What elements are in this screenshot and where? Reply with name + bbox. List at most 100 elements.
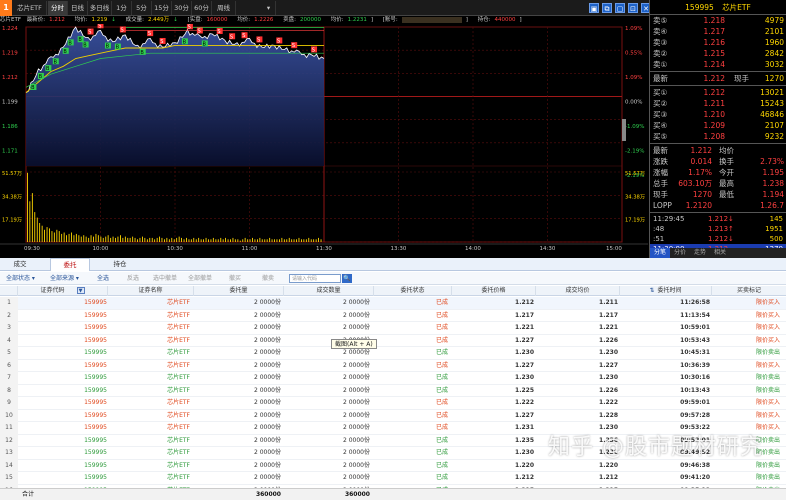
order-status: 已成 — [435, 399, 448, 406]
volume-bar — [176, 237, 178, 242]
order-price: 1.212 — [515, 474, 534, 481]
period-tab-4[interactable]: 5分 — [132, 1, 152, 15]
volume-bar — [291, 239, 293, 242]
period-tab-2[interactable]: 多日线 — [88, 1, 112, 15]
intraday-chart[interactable]: 1.224 1.219 1.212 1.199 1.186 1.171 1.09% 0.55%… — [0, 24, 648, 256]
volume-bar — [205, 237, 207, 242]
order-row[interactable]: 14 159995 芯片ETF 2 0000份 2 0000份 已成 1.220 1.220 0… — [0, 459, 786, 472]
period-tab-1[interactable]: 日线 — [68, 1, 88, 15]
order-row[interactable]: 1 159995 芯片ETF 2 0000份 2 0000份 已成 1.212 1.211 11… — [0, 297, 786, 310]
period-tab-0[interactable]: 分时 — [48, 1, 68, 15]
order-time: 09:41:20 — [680, 474, 710, 481]
volume-axis-label-right: 17.19万 — [625, 217, 645, 224]
volume-bar — [151, 237, 153, 242]
period-tab-5[interactable]: 15分 — [152, 1, 172, 15]
col-code[interactable]: 证券代码 ▼ — [18, 286, 108, 296]
order-row[interactable]: 2 159995 芯片ETF 2 0000份 2 0000份 已成 1.217 1.217 11… — [0, 309, 786, 322]
maximize-icon[interactable]: ▢ — [615, 3, 625, 13]
sell-marker: S — [87, 28, 94, 36]
order-name: 芯片ETF — [167, 461, 190, 469]
volume-bar — [168, 239, 170, 242]
order-code: 159995 — [84, 299, 107, 306]
buy-marker: B — [82, 41, 89, 48]
volume-bar — [146, 239, 148, 242]
source-filter-select[interactable]: 全部来源 ▾ — [50, 272, 79, 285]
period-tab-7[interactable]: 60分 — [192, 1, 212, 15]
period-tab-3[interactable]: 1分 — [112, 1, 132, 15]
tick-row[interactable]: 11:29:45 1.212↓ 145 — [650, 214, 786, 224]
volume-bar — [203, 239, 204, 242]
period-tab-6[interactable]: 30分 — [172, 1, 192, 15]
period-tab-8[interactable]: 周线 — [212, 1, 236, 15]
order-deal-qty: 2 0000份 — [343, 461, 370, 469]
tick-time: 11:29:45 — [653, 215, 685, 223]
tick-row[interactable]: :48 1.213↑ 1951 — [650, 224, 786, 234]
tick-price: 1.212↓ — [708, 235, 734, 243]
order-tab-1[interactable]: 委托 — [50, 258, 90, 271]
order-row[interactable]: 10 159995 芯片ETF 2 0000份 2 0000份 已成 1.227 1.228 0… — [0, 409, 786, 422]
sell-marker: S — [311, 46, 318, 53]
order-side-flag: 限价卖出 — [755, 461, 780, 469]
quote-tab-2[interactable]: 走势 — [690, 248, 710, 258]
stat-value: 0.014 — [690, 157, 712, 166]
tick-row[interactable]: :51 1.212↓ 500 — [650, 234, 786, 244]
volume-bar — [117, 236, 119, 242]
col-deal-qty[interactable]: 成交数量 — [284, 286, 374, 296]
code-search-input[interactable]: 请输入代码 — [289, 274, 341, 283]
order-row[interactable]: 7 159995 芯片ETF 2 0000份 2 0000份 已成 1.230 1.230 10… — [0, 372, 786, 385]
invert-selection-button[interactable]: 反选 — [127, 272, 139, 285]
order-qty: 2 0000份 — [254, 349, 281, 356]
restore-icon[interactable]: ⧉ — [602, 3, 612, 13]
row-index: 1 — [0, 297, 18, 310]
select-all-button[interactable]: 全选 — [97, 272, 109, 285]
quote-tab-1[interactable]: 分价 — [670, 248, 690, 258]
sort-icon[interactable]: ⇅ — [649, 287, 654, 294]
info-real-avg-value: 1.2226 — [254, 17, 274, 23]
svg-text:S: S — [292, 43, 295, 49]
column-filter-icon[interactable]: ▼ — [76, 287, 85, 294]
order-row[interactable]: 6 159995 芯片ETF 2 0000份 2 0000份 已成 1.227 1.227 10… — [0, 359, 786, 372]
order-tab-2[interactable]: 持仓 — [100, 258, 140, 271]
status-filter-select[interactable]: 全部状态 ▾ — [6, 272, 35, 285]
volume-bar — [230, 239, 231, 242]
order-row[interactable]: 4159995芯片ETF2 0000份2 0000份已成1.2271.22610… — [0, 334, 786, 347]
cancel-all-button[interactable]: 全部撤单 — [188, 272, 212, 285]
order-row[interactable]: 3 159995 芯片ETF 2 0000份 2 0000份 已成 1.221 1.221 10… — [0, 322, 786, 335]
col-time[interactable]: ⇅ 委托时间 — [620, 286, 712, 296]
sell-marker: S — [241, 32, 248, 39]
order-name: 芯片ETF — [167, 324, 190, 331]
volume-bar — [134, 237, 136, 242]
ask-row: 卖③ 1.216 1960 — [650, 37, 786, 48]
layout-icon[interactable]: ▣ — [589, 3, 599, 13]
order-side-flag: 限价买入 — [755, 299, 780, 306]
cancel-sell-button[interactable]: 撤卖 — [262, 272, 274, 285]
order-avg-price: 1.230 — [599, 349, 618, 356]
col-flag[interactable]: 买卖标记 — [712, 286, 786, 296]
search-icon[interactable]: 🔍 — [342, 274, 352, 283]
order-row[interactable]: 15 159995 芯片ETF 2 0000份 2 0000份 已成 1.212 1.212 0… — [0, 472, 786, 485]
order-row[interactable]: 9 159995 芯片ETF 2 0000份 2 0000份 已成 1.222 1.222 09… — [0, 397, 786, 410]
quote-tab-0[interactable]: 分笔 — [650, 248, 671, 258]
col-price[interactable]: 委托价格 — [452, 286, 536, 296]
volume-bar — [137, 239, 138, 242]
bid-row: 买④ 1.209 2107 — [650, 120, 786, 131]
col-name[interactable]: 证券名称 — [108, 286, 194, 296]
quote-tab-3[interactable]: 相关 — [710, 248, 730, 258]
cancel-selected-button[interactable]: 选中撤单 — [153, 272, 177, 285]
window-icon[interactable]: ⊡ — [628, 3, 638, 13]
order-price: 1.227 — [515, 411, 534, 419]
cancel-buy-button[interactable]: 撤买 — [229, 272, 241, 285]
order-tab-0[interactable]: 成交 — [0, 258, 40, 271]
order-row[interactable]: 5 159995 芯片ETF 2 0000份 2 0000份 已成 1.230 1.230 10… — [0, 347, 786, 360]
stock-name-tab[interactable]: 芯片ETF — [13, 1, 47, 15]
order-row[interactable]: 8 159995 芯片ETF 2 0000份 2 0000份 已成 1.225 1.226 10… — [0, 384, 786, 397]
volume-bar — [85, 236, 87, 242]
stat-row: 总手 603.10万 最高 1.238 — [650, 178, 786, 189]
col-order-qty[interactable]: 委托量 — [194, 286, 284, 296]
buy-marker: B — [104, 42, 111, 50]
col-avg[interactable]: 成交均价 — [536, 286, 620, 296]
order-code: 159995 — [84, 324, 107, 331]
more-periods-dropdown[interactable]: ▾ — [262, 1, 276, 15]
buy-marker: B — [114, 43, 121, 51]
col-status[interactable]: 委托状态 — [374, 286, 452, 296]
